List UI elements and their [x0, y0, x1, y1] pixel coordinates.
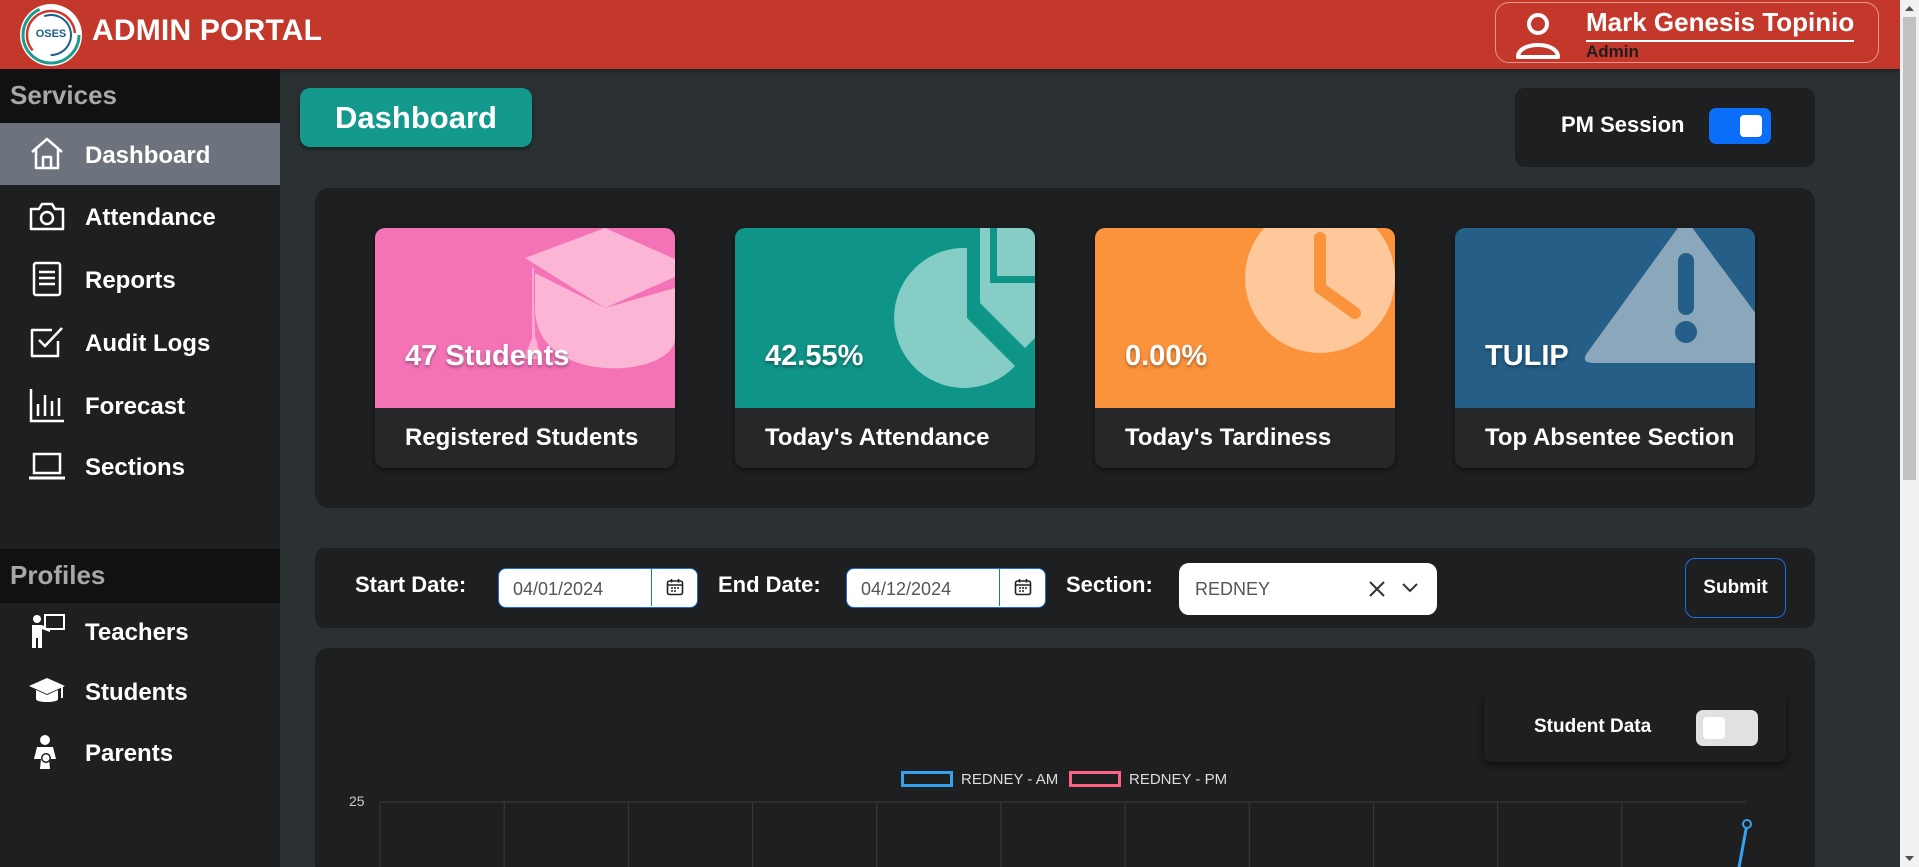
- sidebar-item-label: Students: [85, 679, 188, 706]
- scroll-down-icon[interactable]: [1900, 850, 1919, 867]
- camera-icon: [29, 202, 65, 231]
- sidebar-item-label: Forecast: [85, 393, 186, 420]
- card-caption: Today's Tardiness: [1125, 424, 1332, 451]
- stat-card-registered-students[interactable]: 47 Students Registered Students: [375, 228, 675, 468]
- sidebar-item-students[interactable]: Students: [0, 660, 280, 722]
- chart-panel: Student Data REDNEY - AM REDNEY - PM 25: [315, 648, 1815, 867]
- card-value: 47 Students: [405, 340, 570, 372]
- stats-panel: 47 Students Registered Students 42.55% T…: [315, 188, 1815, 508]
- sidebar-item-label: Teachers: [85, 619, 189, 646]
- clear-icon[interactable]: [1367, 579, 1387, 599]
- start-date-value: 04/01/2024: [513, 579, 604, 599]
- card-top: TULIP: [1455, 228, 1755, 408]
- sidebar-item-label: Parents: [85, 740, 174, 767]
- profiles-heading: Profiles: [0, 549, 280, 603]
- sidebar-item-label: Sections: [85, 454, 186, 481]
- end-date-value: 04/12/2024: [861, 579, 952, 599]
- section-value: REDNEY: [1195, 579, 1271, 599]
- card-caption: Registered Students: [405, 424, 639, 451]
- user-name: Mark Genesis Topinio: [1586, 7, 1855, 37]
- checkbox-icon: [30, 327, 63, 358]
- sidebar: Services Dashboard Attendance Reports Au…: [0, 69, 280, 867]
- card-caption: Today's Attendance: [765, 424, 990, 451]
- scroll-thumb[interactable]: [1903, 17, 1916, 480]
- chevron-down-icon[interactable]: [1401, 581, 1419, 595]
- sidebar-item-audit-logs[interactable]: Audit Logs: [0, 311, 280, 373]
- card-value: 0.00%: [1125, 340, 1208, 372]
- home-icon: [31, 137, 63, 170]
- scroll-up-icon[interactable]: [1900, 0, 1919, 17]
- card-top: 0.00%: [1095, 228, 1395, 408]
- warning-icon: [1584, 228, 1755, 363]
- start-date-field[interactable]: 04/01/2024: [498, 568, 698, 608]
- user-role: Admin: [1586, 42, 1639, 61]
- graduation-cap-icon: [523, 228, 675, 369]
- user-profile-button[interactable]: Mark Genesis Topinio Admin: [1495, 2, 1879, 63]
- pm-session-toggle[interactable]: [1709, 108, 1771, 144]
- top-bar: OSES ADMIN PORTAL Mark Genesis Topinio A…: [0, 0, 1900, 69]
- stat-card-top-absentee-section[interactable]: TULIP Top Absentee Section: [1455, 228, 1755, 468]
- sidebar-item-forecast[interactable]: Forecast: [0, 374, 280, 436]
- sidebar-item-label: Reports: [85, 267, 176, 294]
- end-date-calendar-button[interactable]: [999, 569, 1045, 606]
- card-top: 47 Students: [375, 228, 675, 408]
- laptop-icon: [29, 452, 65, 480]
- section-label: Section:: [1066, 572, 1153, 597]
- user-icon: [1516, 13, 1560, 59]
- stat-card-todays-tardiness[interactable]: 0.00% Today's Tardiness: [1095, 228, 1395, 468]
- toggle-knob: [1740, 115, 1762, 137]
- clock-icon: [1245, 228, 1395, 353]
- calendar-icon: [666, 579, 684, 596]
- sidebar-item-teachers[interactable]: Teachers: [0, 600, 280, 662]
- sidebar-item-label: Dashboard: [85, 142, 211, 169]
- section-select[interactable]: REDNEY: [1179, 563, 1437, 615]
- page-scrollbar[interactable]: [1900, 0, 1919, 867]
- bar-chart-icon: [29, 389, 64, 423]
- filter-panel: Start Date: 04/01/2024 End Date: 04/12/2…: [315, 548, 1815, 628]
- sidebar-item-attendance[interactable]: Attendance: [0, 185, 280, 247]
- sidebar-item-label: Attendance: [85, 204, 216, 231]
- card-value: 42.55%: [765, 340, 864, 372]
- data-point-am[interactable]: [1742, 819, 1752, 829]
- app-title: ADMIN PORTAL: [92, 14, 323, 47]
- pie-chart-icon: [894, 228, 1035, 388]
- series-line-am: [1737, 823, 1749, 867]
- sidebar-item-label: Audit Logs: [85, 330, 211, 357]
- start-date-label: Start Date:: [355, 572, 467, 597]
- submit-button[interactable]: Submit: [1685, 558, 1786, 618]
- dashboard-button[interactable]: Dashboard: [300, 88, 532, 147]
- oses-logo: OSES: [20, 4, 82, 66]
- sidebar-item-dashboard[interactable]: Dashboard: [0, 123, 280, 185]
- calendar-icon: [1014, 579, 1032, 596]
- sidebar-item-parents[interactable]: Parents: [0, 721, 280, 783]
- start-date-calendar-button[interactable]: [651, 569, 697, 606]
- teacher-icon: [32, 614, 65, 648]
- parent-icon: [34, 735, 56, 769]
- document-icon: [32, 261, 62, 297]
- pm-session-label: PM Session: [1561, 112, 1685, 137]
- pm-session-panel: PM Session: [1515, 88, 1815, 167]
- card-top: 42.55%: [735, 228, 1035, 408]
- stat-card-todays-attendance[interactable]: 42.55% Today's Attendance: [735, 228, 1035, 468]
- logo-text: OSES: [35, 28, 67, 40]
- line-chart: [379, 801, 1752, 867]
- card-value: TULIP: [1485, 340, 1569, 372]
- graduation-cap-icon: [29, 678, 65, 702]
- card-caption: Top Absentee Section: [1485, 424, 1735, 451]
- services-heading: Services: [0, 69, 280, 123]
- end-date-field[interactable]: 04/12/2024: [846, 568, 1046, 608]
- sidebar-item-reports[interactable]: Reports: [0, 248, 280, 310]
- end-date-label: End Date:: [718, 572, 821, 597]
- sidebar-item-sections[interactable]: Sections: [0, 435, 280, 497]
